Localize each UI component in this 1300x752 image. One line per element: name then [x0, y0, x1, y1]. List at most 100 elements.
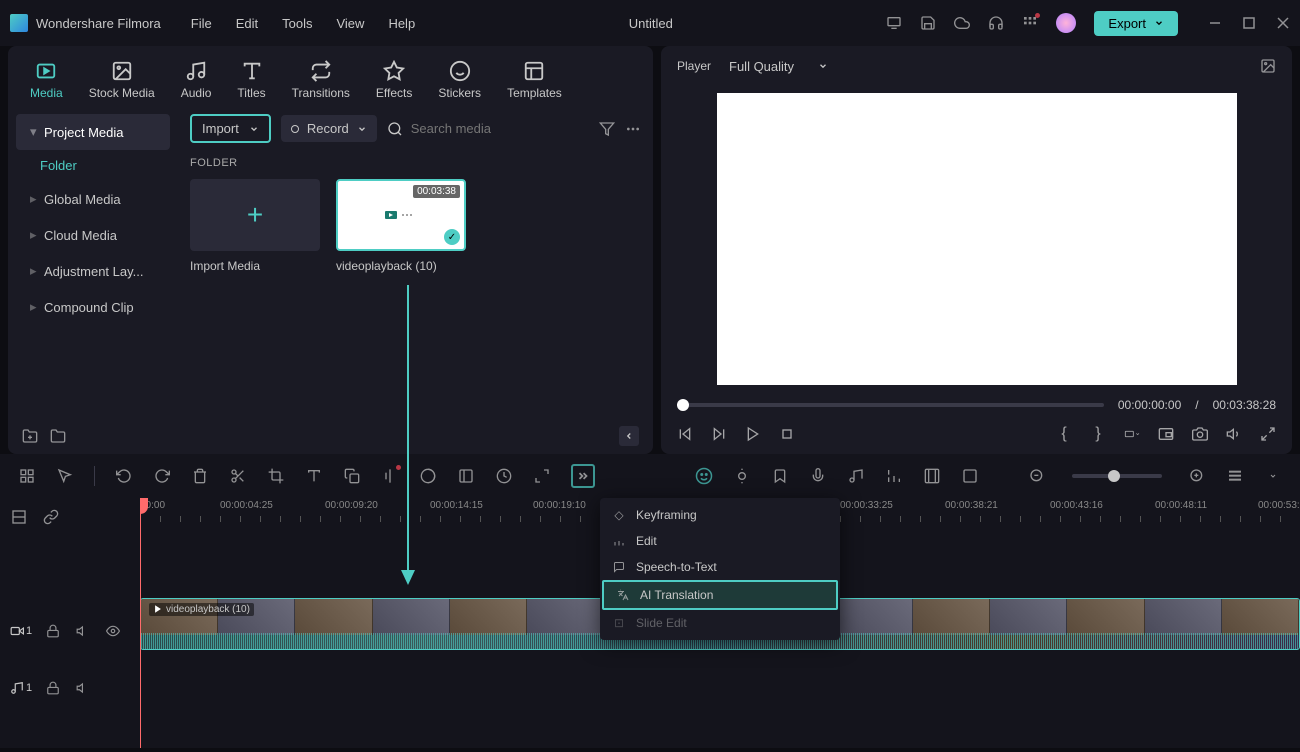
crop-button[interactable] — [267, 467, 285, 485]
player-tab[interactable]: Player — [677, 59, 711, 73]
maximize-button[interactable] — [1242, 16, 1256, 30]
export-button[interactable]: Export — [1094, 11, 1178, 36]
sidebar-global-media[interactable]: ▸Global Media — [16, 181, 170, 217]
collapse-sidebar-button[interactable] — [619, 426, 639, 446]
mic-icon[interactable] — [809, 467, 827, 485]
select-tool-icon[interactable] — [56, 467, 74, 485]
mute-icon[interactable] — [74, 622, 92, 640]
volume-icon[interactable] — [1226, 426, 1242, 442]
ruler-label: 00:00:43:16 — [1050, 500, 1103, 511]
tab-titles[interactable]: Titles — [229, 54, 273, 106]
mark-out-button[interactable]: } — [1090, 426, 1106, 442]
menu-help[interactable]: Help — [388, 16, 415, 31]
ctx-ai-translation[interactable]: AI Translation — [602, 580, 838, 610]
user-avatar[interactable] — [1056, 13, 1076, 33]
view-mode-icon[interactable] — [1226, 467, 1244, 485]
sidebar-cloud-media[interactable]: ▸Cloud Media — [16, 217, 170, 253]
mixer-icon[interactable] — [885, 467, 903, 485]
quality-dropdown[interactable]: Full Quality — [729, 59, 828, 74]
tab-media[interactable]: Media — [22, 54, 71, 106]
sidebar-folder[interactable]: Folder — [16, 150, 170, 181]
ratio-button[interactable] — [1124, 426, 1140, 442]
stop-button[interactable] — [779, 426, 795, 442]
view-chevron-icon[interactable] — [1264, 467, 1282, 485]
pip-button[interactable] — [1158, 426, 1174, 442]
headphones-icon[interactable] — [988, 15, 1004, 31]
zoom-out-button[interactable] — [1028, 467, 1046, 485]
ai-button[interactable] — [695, 467, 713, 485]
overlay-icon[interactable] — [961, 467, 979, 485]
apps-icon[interactable] — [1022, 15, 1038, 31]
new-folder-icon[interactable] — [22, 428, 38, 444]
film-icon[interactable] — [923, 467, 941, 485]
visibility-icon[interactable] — [104, 622, 122, 640]
music-icon[interactable] — [847, 467, 865, 485]
sidebar-compound-clip[interactable]: ▸Compound Clip — [16, 289, 170, 325]
split-button[interactable] — [229, 467, 247, 485]
ctx-keyframing[interactable]: ◇Keyframing — [600, 502, 840, 528]
marker-icon[interactable] — [771, 467, 789, 485]
fullscreen-button[interactable] — [1260, 426, 1276, 442]
menu-tools[interactable]: Tools — [282, 16, 312, 31]
brightness-icon[interactable] — [733, 467, 751, 485]
stt-icon — [612, 560, 626, 574]
scrub-handle[interactable] — [677, 399, 689, 411]
import-button[interactable]: Import — [190, 114, 271, 143]
tab-templates[interactable]: Templates — [499, 54, 570, 106]
speed-ramp-button[interactable] — [381, 467, 399, 485]
zoom-handle[interactable] — [1108, 470, 1120, 482]
text-button[interactable] — [305, 467, 323, 485]
scrubber[interactable] — [677, 403, 1104, 407]
cloud-icon[interactable] — [954, 15, 970, 31]
menu-edit[interactable]: Edit — [236, 16, 258, 31]
camera-icon[interactable] — [1192, 426, 1208, 442]
redo-button[interactable] — [153, 467, 171, 485]
sidebar-adjustment-layer[interactable]: ▸Adjustment Lay... — [16, 253, 170, 289]
stock-icon — [111, 60, 133, 82]
tab-stock-media[interactable]: Stock Media — [81, 54, 163, 106]
playhead[interactable] — [140, 498, 141, 748]
delete-button[interactable] — [191, 467, 209, 485]
expand-button[interactable] — [533, 467, 551, 485]
filter-icon[interactable] — [599, 121, 615, 137]
folder-icon[interactable] — [50, 428, 66, 444]
timeline-layout-icon[interactable] — [10, 508, 28, 526]
sidebar-project-media[interactable]: ▾Project Media — [16, 114, 170, 150]
more-icon[interactable] — [625, 121, 641, 137]
play-button[interactable] — [745, 426, 761, 442]
mark-in-button[interactable]: { — [1056, 426, 1072, 442]
ctx-speech-to-text[interactable]: Speech-to-Text — [600, 554, 840, 580]
ctx-edit[interactable]: Edit — [600, 528, 840, 554]
video-canvas[interactable] — [717, 93, 1237, 385]
copy-button[interactable] — [343, 467, 361, 485]
media-clip[interactable]: 00:03:38 ✓ videoplayback (10) — [336, 179, 466, 273]
tab-stickers[interactable]: Stickers — [430, 54, 489, 106]
close-button[interactable] — [1276, 16, 1290, 30]
zoom-slider[interactable] — [1072, 474, 1162, 478]
prev-frame-button[interactable] — [677, 426, 693, 442]
search-input[interactable] — [411, 121, 589, 136]
link-icon[interactable] — [42, 508, 60, 526]
import-media-tile[interactable]: + Import Media — [190, 179, 320, 273]
zoom-in-button[interactable] — [1188, 467, 1206, 485]
save-icon[interactable] — [920, 15, 936, 31]
speed-button[interactable] — [495, 467, 513, 485]
mute-icon[interactable] — [74, 679, 92, 697]
green-screen-button[interactable] — [457, 467, 475, 485]
color-button[interactable] — [419, 467, 437, 485]
monitor-icon[interactable] — [886, 15, 902, 31]
menu-view[interactable]: View — [336, 16, 364, 31]
tab-audio[interactable]: Audio — [173, 54, 220, 106]
record-button[interactable]: Record — [281, 115, 377, 142]
lock-icon[interactable] — [44, 679, 62, 697]
tab-transitions[interactable]: Transitions — [284, 54, 358, 106]
snapshot-icon[interactable] — [1260, 58, 1276, 74]
next-frame-button[interactable] — [711, 426, 727, 442]
more-tools-button[interactable] — [571, 464, 595, 488]
layout-icon[interactable] — [18, 467, 36, 485]
menu-file[interactable]: File — [191, 16, 212, 31]
undo-button[interactable] — [115, 467, 133, 485]
tab-effects[interactable]: Effects — [368, 54, 420, 106]
minimize-button[interactable] — [1208, 16, 1222, 30]
lock-icon[interactable] — [44, 622, 62, 640]
